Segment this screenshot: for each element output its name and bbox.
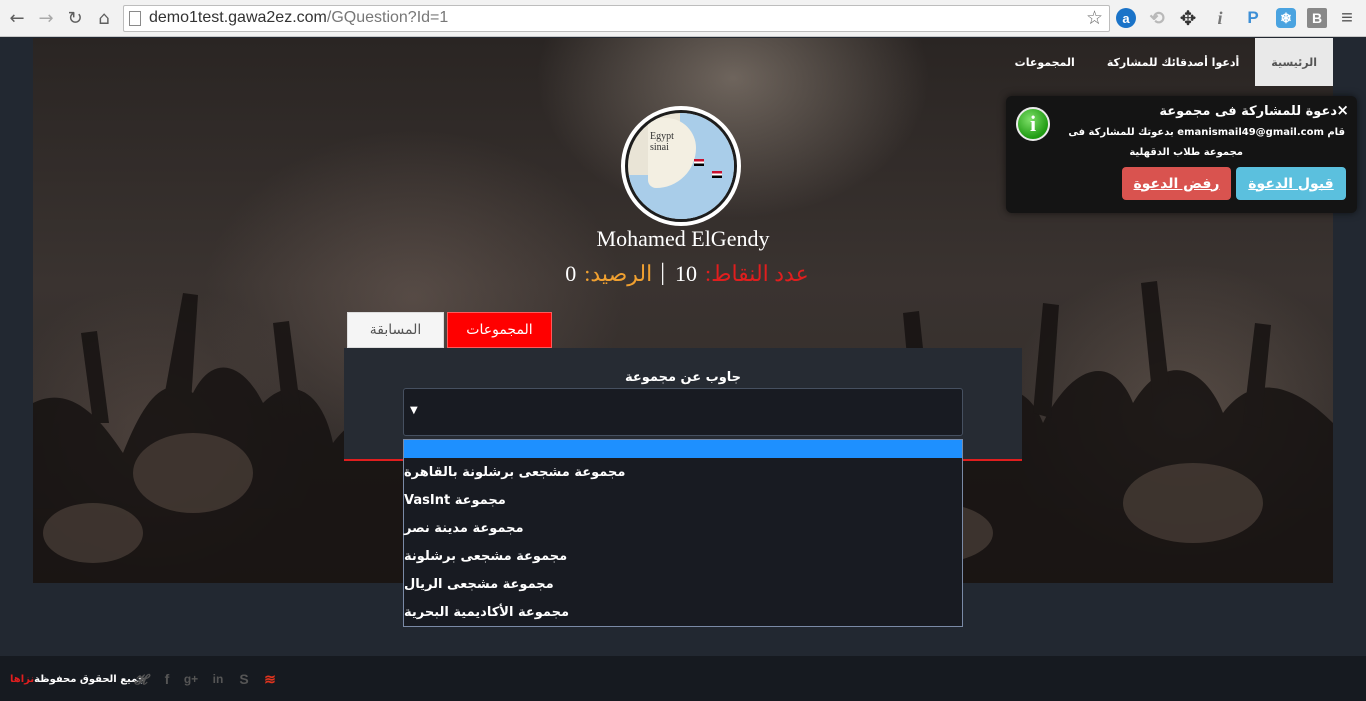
chrome-menu-icon[interactable]: ≡: [1337, 7, 1357, 29]
reject-invite-button[interactable]: رفض الدعوة: [1122, 167, 1231, 200]
flag-icon: [712, 171, 722, 178]
dropdown-option[interactable]: مجموعة VasInt: [404, 486, 962, 514]
stats-separator: |: [660, 260, 666, 286]
bookmark-star-icon[interactable]: ☆: [1086, 7, 1103, 29]
group-dropdown-list: مجموعة مشجعى برشلونة بالقاهرة مجموعة Vas…: [403, 439, 963, 627]
move-cursor-icon[interactable]: ✥: [1178, 8, 1198, 30]
close-icon[interactable]: ×: [1336, 101, 1349, 119]
rss-icon[interactable]: ≋: [261, 670, 279, 688]
dropdown-option-empty[interactable]: [404, 440, 962, 458]
google-plus-icon[interactable]: g+: [182, 670, 200, 688]
nav-invite-friends[interactable]: أدعوا أصدقائك للمشاركة: [1091, 38, 1255, 86]
address-bar[interactable]: demo1test.gawa2ez.com/GQuestion?Id=1 ☆: [123, 5, 1110, 32]
extension-snowflake-icon[interactable]: ❄: [1276, 8, 1296, 28]
twitter-icon[interactable]: 𝓗: [132, 670, 150, 688]
reload-icon[interactable]: ↻: [63, 6, 87, 30]
facebook-icon[interactable]: f: [158, 670, 176, 688]
url-host: demo1test.gawa2ez.com: [149, 9, 327, 26]
dropdown-arrow-icon: ▼: [410, 405, 418, 416]
extension-a-icon[interactable]: a: [1116, 8, 1136, 28]
dropdown-option[interactable]: مجموعة الأكاديمية البحرية: [404, 598, 962, 626]
tab-contest[interactable]: المسابقة: [347, 312, 444, 348]
info-icon: i: [1016, 107, 1050, 141]
forward-icon[interactable]: →: [34, 6, 58, 30]
notification-title: دعوة للمشاركة فى مجموعة: [1159, 104, 1337, 119]
balance-value: 0: [565, 260, 577, 286]
points-value: 10: [675, 260, 698, 286]
user-stats: عدد النقاط: 10 | الرصيد: 0: [33, 260, 1333, 287]
user-name: Mohamed ElGendy: [596, 226, 770, 251]
back-icon[interactable]: ←: [5, 6, 29, 30]
points-label: عدد النقاط:: [705, 260, 809, 286]
extension-b-icon[interactable]: B: [1307, 8, 1327, 28]
tab-groups[interactable]: المجموعات: [447, 312, 552, 348]
info-i-icon[interactable]: i: [1210, 8, 1230, 28]
home-icon[interactable]: ⌂: [92, 6, 116, 30]
map-label-region: sinai: [650, 142, 669, 153]
dropdown-option[interactable]: مجموعة مدينة نصر: [404, 514, 962, 542]
avatar-map-image: Egypt sinai: [628, 113, 734, 219]
balance-label: الرصيد:: [584, 260, 653, 286]
accept-invite-button[interactable]: قبول الدعوة: [1236, 167, 1346, 200]
map-label-country: Egypt: [650, 131, 674, 142]
nav-groups[interactable]: المجموعات: [999, 38, 1091, 86]
extension-swirl-icon[interactable]: ⟲: [1147, 8, 1167, 28]
extension-p-icon[interactable]: P: [1243, 8, 1263, 28]
panel-label: جاوب عن مجموعة: [624, 370, 742, 385]
footer: جميع الحقوق محفوظة نزاها 𝓗 f g+ in S ≋: [0, 656, 1366, 701]
copyright: جميع الحقوق محفوظة نزاها: [4, 674, 145, 685]
notification-group-name: مجموعة طلاب الدقهلية: [1129, 147, 1243, 158]
group-select[interactable]: ▼: [403, 388, 963, 436]
url-path: /GQuestion?Id=1: [326, 9, 449, 26]
notification-message: قام emanismail49@gmail.com بدعوتك للمشار…: [1068, 127, 1345, 138]
invitation-notification: × i دعوة للمشاركة فى مجموعة قام emanisma…: [1006, 96, 1357, 213]
flag-icon: [694, 159, 704, 166]
dropdown-option[interactable]: مجموعة مشجعى برشلونة: [404, 542, 962, 570]
copyright-text: جميع الحقوق محفوظة: [34, 674, 146, 685]
avatar: Egypt sinai: [621, 106, 741, 226]
page-icon: [129, 11, 141, 26]
dropdown-option[interactable]: مجموعة مشجعى برشلونة بالقاهرة: [404, 458, 962, 486]
main-nav: المجموعات أدعوا أصدقائك للمشاركة الرئيسي…: [999, 38, 1333, 86]
dropdown-option[interactable]: مجموعة مشجعى الريال: [404, 570, 962, 598]
footer-brand[interactable]: نزاها: [10, 674, 34, 685]
browser-toolbar: ← → ↻ ⌂ demo1test.gawa2ez.com/GQuestion?…: [0, 0, 1366, 37]
nav-home[interactable]: الرئيسية: [1255, 38, 1333, 86]
skype-icon[interactable]: S: [235, 670, 253, 688]
url-text[interactable]: demo1test.gawa2ez.com/GQuestion?Id=1: [149, 9, 448, 27]
linkedin-icon[interactable]: in: [209, 670, 227, 688]
